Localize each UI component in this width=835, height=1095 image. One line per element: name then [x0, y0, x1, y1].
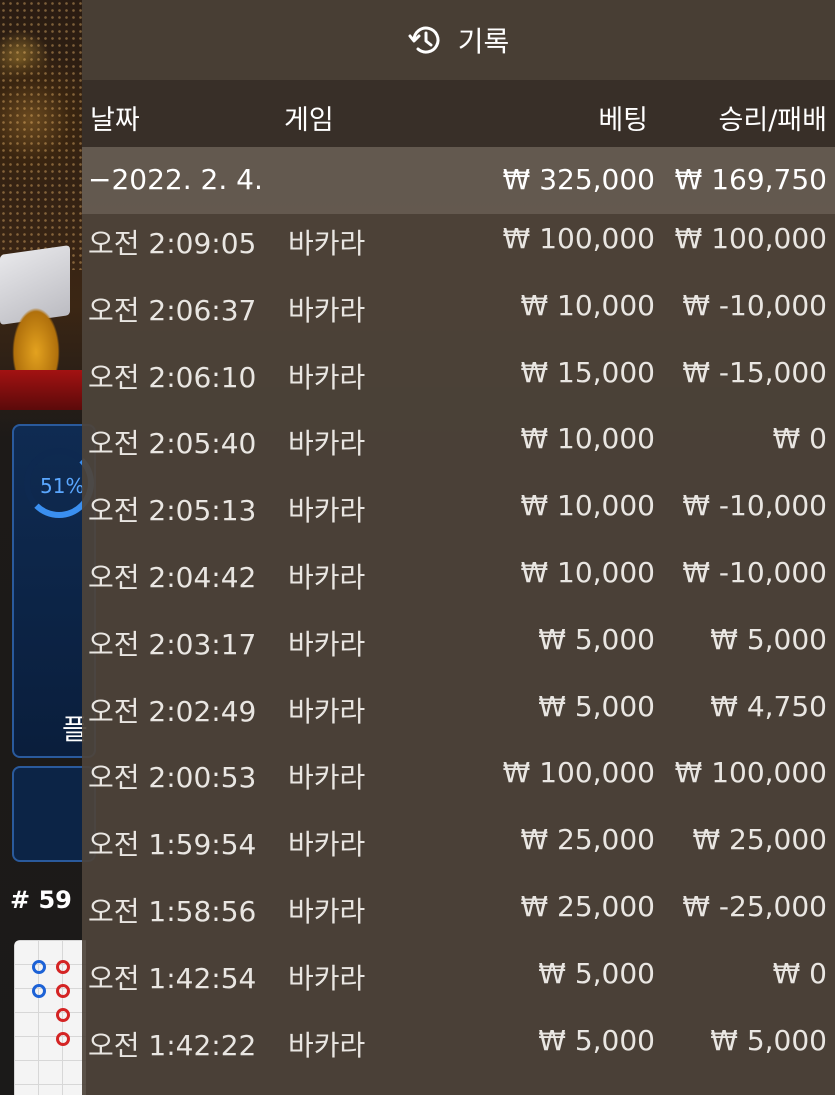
history-row[interactable]: 오전 1:42:22 바카라 ₩ 5,000 ₩ 5,000 [82, 1016, 835, 1083]
round-number: # 59 [10, 886, 72, 914]
row-bet: ₩ 15,000 [520, 355, 655, 389]
row-time: 오전 2:03:17 [88, 627, 257, 661]
history-row[interactable]: 오전 2:02:49 바카라 ₩ 5,000 ₩ 4,750 [82, 682, 835, 749]
row-time: 오전 1:42:22 [88, 1028, 257, 1062]
history-title: 기록 [457, 25, 510, 58]
history-row[interactable]: 오전 2:05:13 바카라 ₩ 10,000 ₩ -10,000 [82, 481, 835, 548]
row-time: 오전 2:09:05 [88, 227, 257, 260]
row-game: 바카라 [288, 694, 366, 728]
row-winloss: ₩ 5,000 [710, 1023, 827, 1057]
row-game: 바카라 [288, 627, 366, 661]
row-game: 바카라 [288, 560, 366, 594]
pineapple-ornament [8, 300, 64, 380]
road-mark-blue [32, 960, 46, 974]
road-mark-blue [32, 984, 46, 998]
row-bet: ₩ 25,000 [520, 889, 655, 923]
row-time: 오전 2:02:49 [88, 694, 257, 728]
row-bet: ₩ 5,000 [538, 1023, 655, 1057]
history-row[interactable]: 오전 1:58:56 바카라 ₩ 25,000 ₩ -25,000 [82, 882, 835, 949]
history-header: 기록 [82, 0, 835, 80]
row-game: 바카라 [288, 494, 366, 528]
history-row[interactable]: 오전 2:06:37 바카라 ₩ 10,000 ₩ -10,000 [82, 281, 835, 348]
history-row[interactable]: 오전 2:03:17 바카라 ₩ 5,000 ₩ 5,000 [82, 615, 835, 682]
row-winloss: ₩ 100,000 [674, 756, 827, 790]
row-bet: ₩ 100,000 [502, 756, 655, 790]
row-game: 바카라 [288, 293, 366, 327]
road-mark-red [56, 984, 70, 998]
row-winloss: ₩ 100,000 [674, 222, 827, 255]
row-time: 오전 1:59:54 [88, 828, 257, 862]
row-bet: ₩ 10,000 [520, 555, 655, 589]
road-mark-red [56, 1032, 70, 1046]
row-time: 오전 2:05:13 [88, 494, 257, 528]
history-list: 오전 2:09:05 바카라 ₩ 100,000 ₩ 100,000 오전 2:… [82, 214, 835, 1082]
row-winloss: ₩ -10,000 [682, 288, 827, 322]
row-game: 바카라 [288, 894, 366, 928]
row-winloss: ₩ 0 [772, 422, 827, 456]
row-time: 오전 2:04:42 [88, 560, 257, 594]
history-row[interactable]: 오전 1:59:54 바카라 ₩ 25,000 ₩ 25,000 [82, 815, 835, 882]
row-winloss: ₩ 25,000 [692, 823, 827, 857]
row-game: 바카라 [288, 227, 366, 260]
history-row[interactable]: 오전 2:09:05 바카라 ₩ 100,000 ₩ 100,000 [82, 214, 835, 281]
history-row[interactable]: 오전 1:42:54 바카라 ₩ 5,000 ₩ 0 [82, 949, 835, 1016]
history-clock-icon [408, 26, 440, 54]
column-date: 날짜 [90, 105, 140, 136]
row-winloss: ₩ -25,000 [682, 889, 827, 923]
history-row[interactable]: 오전 2:05:40 바카라 ₩ 10,000 ₩ 0 [82, 414, 835, 481]
row-time: 오전 2:06:10 [88, 360, 257, 394]
row-winloss: ₩ 5,000 [710, 622, 827, 656]
row-winloss: ₩ -10,000 [682, 555, 827, 589]
row-game: 바카라 [288, 961, 366, 995]
row-bet: ₩ 10,000 [520, 422, 655, 456]
history-row[interactable]: 오전 2:06:10 바카라 ₩ 15,000 ₩ -15,000 [82, 348, 835, 415]
group-total-winloss: ₩ 169,750 [674, 163, 827, 196]
row-winloss: ₩ -10,000 [682, 489, 827, 523]
row-time: 오전 1:42:54 [88, 961, 257, 995]
history-row[interactable]: 오전 2:04:42 바카라 ₩ 10,000 ₩ -10,000 [82, 548, 835, 615]
column-winloss: 승리/패배 [718, 105, 827, 136]
column-game: 게임 [284, 105, 334, 136]
row-time: 오전 1:58:56 [88, 894, 257, 928]
row-game: 바카라 [288, 427, 366, 461]
column-bet: 베팅 [598, 105, 648, 136]
date-group-row[interactable]: −2022. 2. 4. ₩ 325,000 ₩ 169,750 [82, 147, 835, 214]
row-bet: ₩ 25,000 [520, 823, 655, 857]
percent-label: 51% [40, 474, 85, 498]
row-bet: ₩ 100,000 [502, 222, 655, 255]
row-time: 오전 2:06:37 [88, 293, 257, 327]
bead-road[interactable] [14, 940, 86, 1095]
row-winloss: ₩ -15,000 [682, 355, 827, 389]
column-header-row: 날짜 게임 베팅 승리/패배 [82, 80, 835, 147]
history-row[interactable]: 오전 2:00:53 바카라 ₩ 100,000 ₩ 100,000 [82, 748, 835, 815]
history-panel: 기록 날짜 게임 베팅 승리/패배 −2022. 2. 4. ₩ 325,000… [82, 0, 835, 1095]
row-game: 바카라 [288, 761, 366, 795]
row-winloss: ₩ 0 [772, 956, 827, 990]
row-bet: ₩ 5,000 [538, 956, 655, 990]
group-total-bet: ₩ 325,000 [502, 163, 655, 196]
row-time: 오전 2:00:53 [88, 761, 257, 795]
casino-lights [0, 0, 82, 270]
table-felt [0, 370, 82, 410]
row-bet: ₩ 10,000 [520, 489, 655, 523]
row-bet: ₩ 5,000 [538, 689, 655, 723]
group-date: −2022. 2. 4. [88, 163, 263, 196]
row-winloss: ₩ 4,750 [710, 689, 827, 723]
row-bet: ₩ 10,000 [520, 288, 655, 322]
road-mark-red [56, 1008, 70, 1022]
road-mark-red [56, 960, 70, 974]
row-game: 바카라 [288, 360, 366, 394]
row-game: 바카라 [288, 828, 366, 862]
row-game: 바카라 [288, 1028, 366, 1062]
row-time: 오전 2:05:40 [88, 427, 257, 461]
row-bet: ₩ 5,000 [538, 622, 655, 656]
